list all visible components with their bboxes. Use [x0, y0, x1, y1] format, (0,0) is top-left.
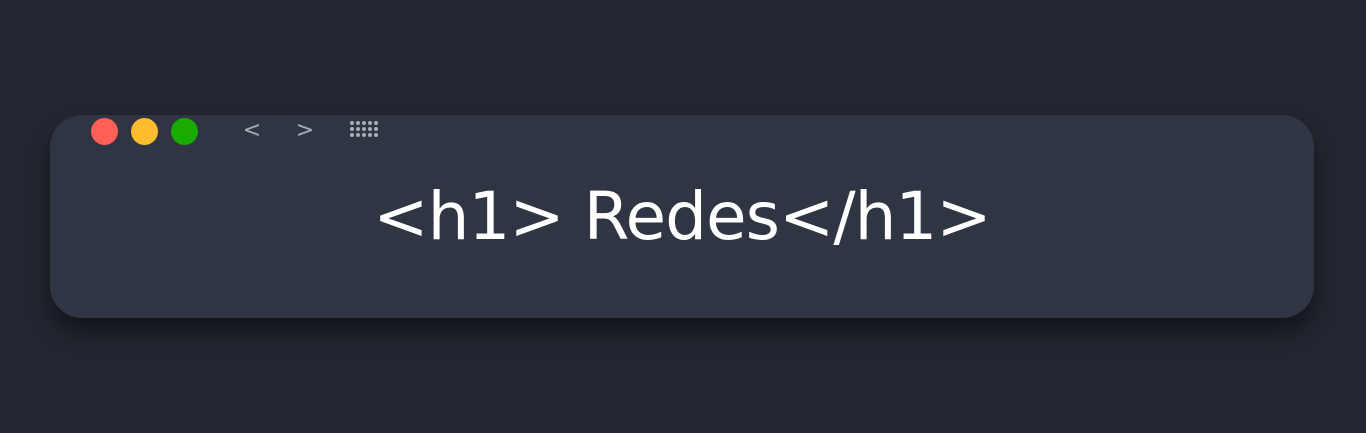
browser-window: < > <h1> Redes</h1>: [50, 115, 1314, 318]
minimize-window-button[interactable]: [131, 118, 158, 145]
back-arrow-icon[interactable]: <: [240, 115, 264, 145]
close-window-button[interactable]: [91, 118, 118, 145]
page-heading: <h1> Redes</h1>: [373, 178, 991, 255]
forward-arrow-icon[interactable]: >: [293, 115, 317, 145]
apps-grid-icon[interactable]: [350, 121, 378, 141]
maximize-window-button[interactable]: [171, 118, 198, 145]
